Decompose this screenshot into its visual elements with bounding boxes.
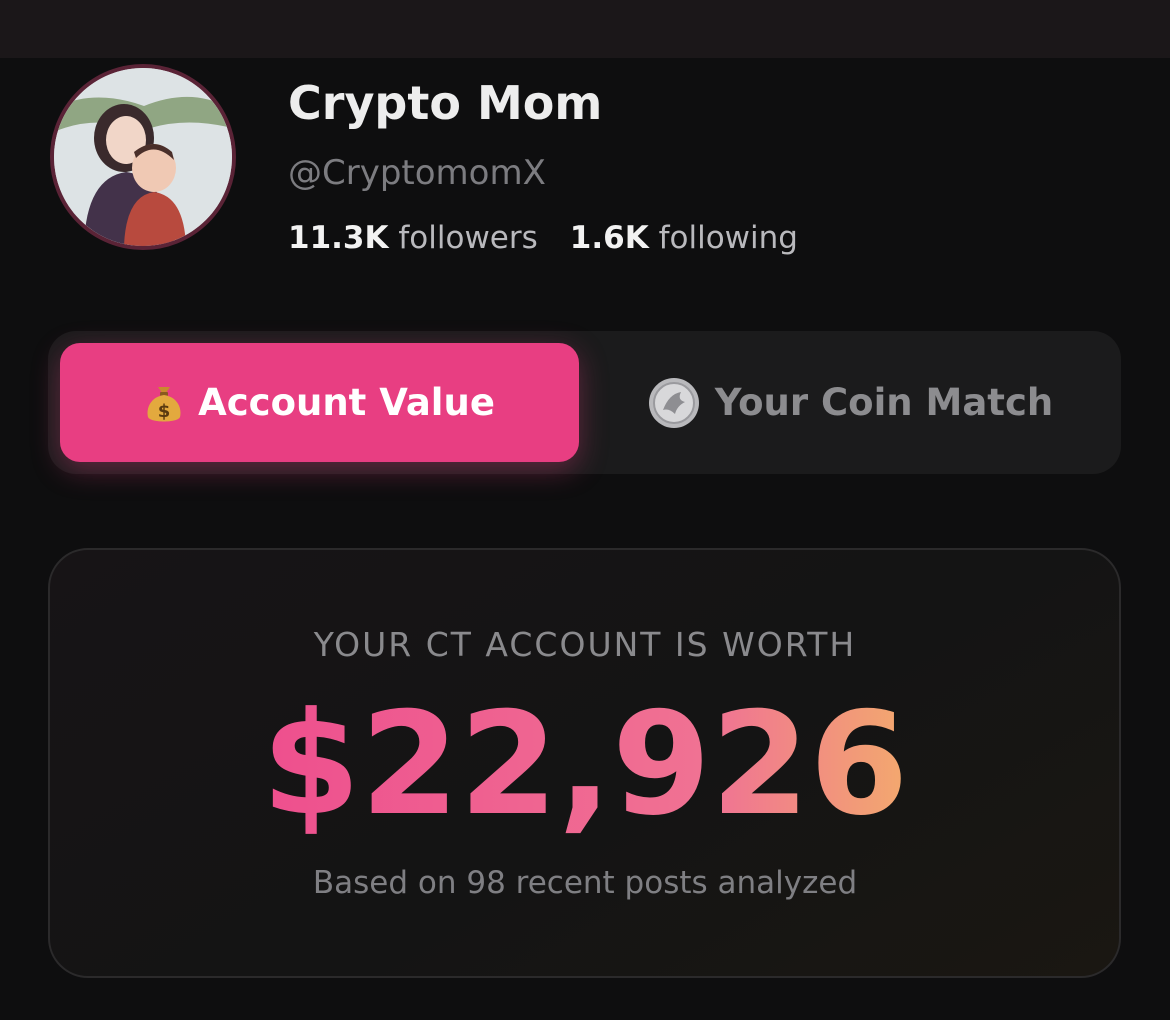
following-label: following [658, 220, 798, 256]
avatar[interactable] [50, 64, 236, 250]
profile-handle: @CryptomomX [288, 153, 546, 193]
top-bar [0, 0, 1170, 58]
followers-stat[interactable]: 11.3K followers [288, 220, 538, 256]
followers-count: 11.3K [288, 220, 389, 256]
money-bag-icon: $ [144, 381, 184, 425]
profile-name: Crypto Mom [288, 76, 603, 130]
card-note: Based on 98 recent posts analyzed [312, 865, 858, 901]
followers-label: followers [398, 220, 538, 256]
tab-account-value-label: Account Value [198, 381, 495, 424]
account-value-amount-text: $22,926 [261, 682, 909, 847]
following-stat[interactable]: 1.6K following [570, 220, 798, 256]
profile-stats: 11.3K followers 1.6K following [288, 217, 798, 259]
tab-coin-match-label: Your Coin Match [714, 381, 1054, 424]
coin-icon [647, 376, 701, 430]
svg-text:$: $ [158, 401, 171, 422]
account-value-amount: $22,926 [0, 680, 1170, 850]
tab-coin-match[interactable]: Your Coin Match [590, 343, 1110, 462]
avatar-image [54, 68, 232, 246]
tab-account-value[interactable]: $ Account Value [60, 343, 579, 462]
card-heading: YOUR CT ACCOUNT IS WORTH [313, 625, 857, 664]
following-count: 1.6K [569, 220, 649, 256]
